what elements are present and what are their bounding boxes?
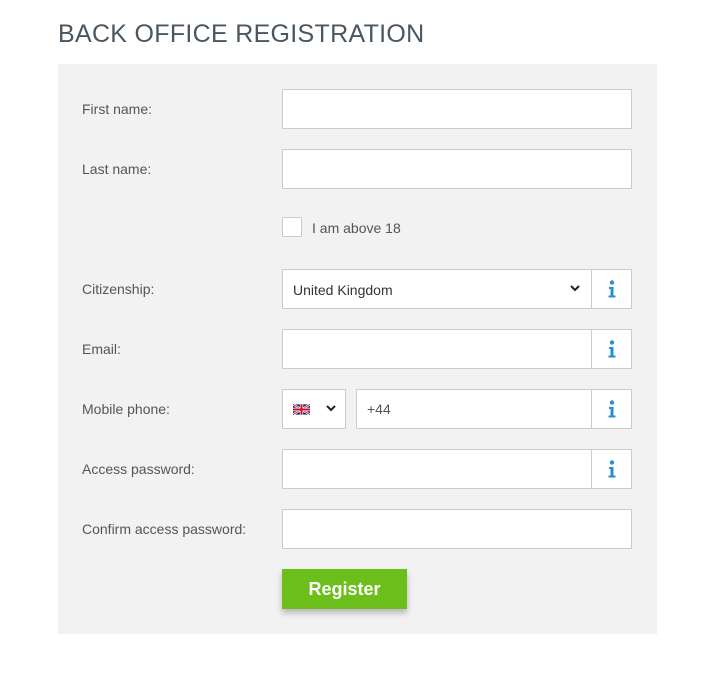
mobile-phone-label: Mobile phone: — [82, 401, 170, 417]
page-title: BACK OFFICE REGISTRATION — [58, 20, 425, 48]
info-icon — [608, 280, 615, 298]
mobile-phone-row: Mobile phone: — [58, 389, 657, 429]
access-password-row: Access password: — [58, 449, 657, 489]
chevron-down-icon — [570, 285, 580, 292]
first-name-input[interactable] — [282, 89, 632, 129]
email-info-button[interactable] — [591, 329, 632, 369]
info-icon — [608, 340, 615, 358]
citizenship-selected-value: United Kingdom — [293, 282, 393, 298]
citizenship-label: Citizenship: — [82, 281, 155, 297]
access-password-input[interactable] — [282, 449, 592, 489]
mobile-phone-info-button[interactable] — [591, 389, 632, 429]
email-input[interactable] — [282, 329, 592, 369]
first-name-row: First name: — [58, 89, 657, 129]
first-name-label: First name: — [82, 101, 153, 117]
password-info-button[interactable] — [591, 449, 632, 489]
mobile-phone-input[interactable] — [356, 389, 592, 429]
registration-form-panel: First name: Last name: I am above 18 Cit… — [58, 64, 657, 634]
confirm-password-row: Confirm access password: — [58, 509, 657, 549]
uk-flag-icon — [293, 404, 310, 415]
age-checkbox[interactable] — [282, 217, 302, 237]
access-password-label: Access password: — [82, 461, 195, 477]
info-icon — [608, 400, 615, 418]
citizenship-info-button[interactable] — [591, 269, 632, 309]
last-name-row: Last name: — [58, 149, 657, 189]
last-name-label: Last name: — [82, 161, 152, 177]
info-icon — [608, 460, 615, 478]
register-button[interactable]: Register — [282, 569, 407, 609]
email-label: Email: — [82, 341, 121, 357]
citizenship-row: Citizenship: United Kingdom — [58, 269, 657, 309]
citizenship-select[interactable]: United Kingdom — [282, 269, 592, 309]
last-name-input[interactable] — [282, 149, 632, 189]
email-row: Email: — [58, 329, 657, 369]
registration-page: BACK OFFICE REGISTRATION First name: Las… — [0, 0, 715, 683]
age-checkbox-label[interactable]: I am above 18 — [312, 220, 401, 236]
chevron-down-icon — [326, 405, 336, 412]
phone-country-select[interactable] — [282, 389, 346, 429]
confirm-password-input[interactable] — [282, 509, 632, 549]
confirm-password-label: Confirm access password: — [82, 521, 247, 537]
